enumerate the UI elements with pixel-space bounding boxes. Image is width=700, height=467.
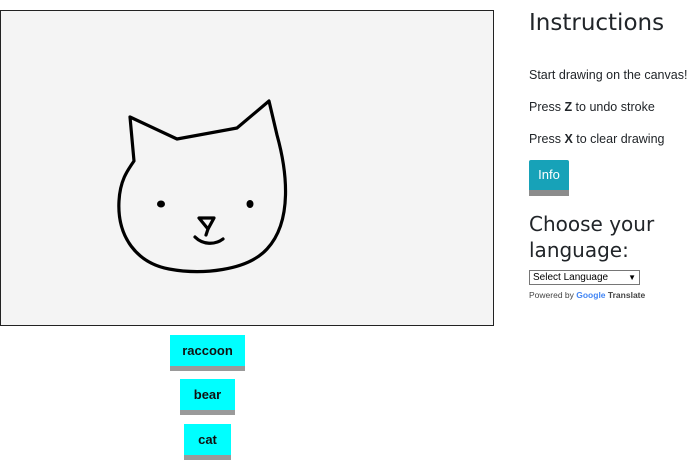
- instructions-title: Instructions: [529, 10, 665, 36]
- guess-button-bear[interactable]: bear: [180, 379, 235, 415]
- info-button[interactable]: Info: [529, 160, 569, 196]
- powered-by-google-translate: Powered by Google Translate: [529, 290, 645, 300]
- guess-button-raccoon[interactable]: raccoon: [170, 335, 245, 371]
- dropdown-arrow-icon: ▼: [628, 273, 636, 282]
- undo-key: Z: [564, 100, 573, 114]
- instruction-undo-suffix: to undo stroke: [572, 100, 655, 114]
- instruction-start-drawing: Start drawing on the canvas!: [529, 68, 687, 82]
- drawing-canvas[interactable]: [0, 10, 494, 326]
- cat-sketch: [117, 99, 288, 274]
- instruction-undo-prefix: Press: [529, 100, 565, 114]
- powered-by-text: Powered by: [529, 290, 577, 300]
- google-logo: Google: [576, 290, 606, 300]
- language-select[interactable]: Select Language ▼: [529, 270, 640, 285]
- instruction-undo: Press Z to undo stroke: [529, 100, 655, 114]
- instruction-start-text: Start drawing on the canvas!: [529, 68, 688, 82]
- clear-key: X: [564, 132, 573, 146]
- instruction-clear-prefix: Press: [529, 132, 565, 146]
- guess-button-cat[interactable]: cat: [184, 424, 231, 460]
- language-title: Choose your language:: [529, 212, 655, 262]
- language-select-value: Select Language: [533, 272, 609, 283]
- instruction-clear: Press X to clear drawing: [529, 132, 665, 146]
- instruction-clear-suffix: to clear drawing: [572, 132, 665, 146]
- translate-link[interactable]: Translate: [608, 290, 645, 300]
